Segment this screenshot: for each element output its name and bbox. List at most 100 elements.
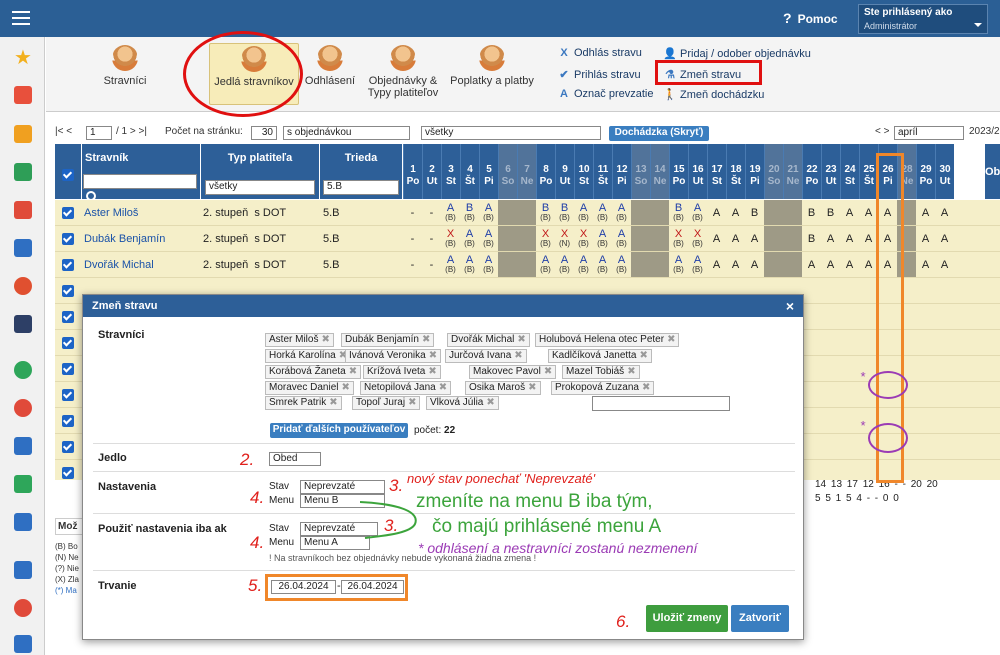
meal-cell[interactable]: B [821, 200, 840, 225]
remove-chip-icon[interactable]: ✖ [667, 334, 675, 345]
per-page-input[interactable]: 30 [251, 126, 277, 140]
prihlas-stravu-link[interactable]: ✔ Prihlás stravu [557, 68, 640, 81]
status-filter-select[interactable]: všetky [421, 126, 601, 140]
row-checkbox[interactable] [62, 467, 74, 479]
meal-cell[interactable]: X (N) [555, 226, 574, 251]
meal-cell[interactable]: - [422, 200, 441, 225]
close-icon[interactable]: × [786, 298, 794, 314]
row-checkbox[interactable] [62, 363, 74, 375]
remove-chip-icon[interactable]: ✖ [486, 397, 494, 408]
meal-cell[interactable]: A [935, 252, 954, 277]
row-checkbox[interactable] [62, 337, 74, 349]
meal-cell[interactable]: X (B) [441, 226, 460, 251]
meal-cell[interactable]: A (B) [441, 200, 460, 225]
remove-chip-icon[interactable]: ✖ [349, 366, 357, 377]
remove-chip-icon[interactable]: ✖ [642, 382, 650, 393]
meal-cell[interactable]: A [916, 226, 935, 251]
meal-cell[interactable]: X (B) [688, 226, 707, 251]
meal-cell[interactable] [517, 252, 536, 277]
row-name-link[interactable]: Dubák Benjamín [84, 233, 165, 245]
meal-cell[interactable] [650, 200, 669, 225]
odhlas-stravu-link[interactable]: X Odhlás stravu [557, 47, 642, 59]
meal-cell[interactable] [783, 200, 802, 225]
month-select[interactable]: apríl [894, 126, 964, 140]
save-button[interactable]: Uložiť zmeny [646, 605, 728, 632]
pager-of[interactable]: / 1 > >| [116, 126, 147, 140]
meal-cell[interactable]: A (B) [612, 200, 631, 225]
meal-cell[interactable]: X (B) [536, 226, 555, 251]
user-dropdown[interactable]: Ste prihlásený ako Administrátor [858, 4, 988, 34]
meal-cell[interactable]: A (B) [479, 252, 498, 277]
class-filter-input[interactable]: 5.B [323, 180, 399, 195]
remove-chip-icon[interactable]: ✖ [422, 334, 430, 345]
remove-chip-icon[interactable]: ✖ [408, 397, 416, 408]
row-checkbox[interactable] [62, 389, 74, 401]
meal-cell[interactable]: A (B) [536, 252, 555, 277]
meal-cell[interactable]: A (B) [593, 252, 612, 277]
meal-cell[interactable] [517, 226, 536, 251]
meal-cell[interactable]: A (B) [612, 226, 631, 251]
remove-chip-icon[interactable]: ✖ [528, 382, 536, 393]
meal-cell[interactable]: A [726, 252, 745, 277]
meal-cell[interactable]: B [802, 200, 821, 225]
meal-cell[interactable] [650, 226, 669, 251]
meal-cell[interactable]: B [745, 200, 764, 225]
home-icon[interactable] [14, 163, 32, 181]
odhlaseni-button[interactable]: Odhlásení [302, 45, 358, 87]
open-book-icon[interactable] [14, 561, 32, 579]
row-checkbox[interactable] [62, 285, 74, 297]
shield-icon[interactable] [14, 475, 32, 493]
jedlo-select[interactable]: Obed [269, 452, 321, 466]
star-icon[interactable]: ★ [14, 48, 32, 68]
paperclip-icon[interactable] [14, 635, 32, 653]
meal-cell[interactable] [498, 226, 517, 251]
meal-cell[interactable]: A [821, 226, 840, 251]
meal-cell[interactable]: - [422, 226, 441, 251]
remove-chip-icon[interactable]: ✖ [544, 366, 552, 377]
meal-cell[interactable]: B (B) [460, 200, 479, 225]
meal-cell[interactable] [783, 252, 802, 277]
attendance-toggle-button[interactable]: Dochádzka (Skryť) [609, 126, 709, 141]
date-to-input[interactable]: 26.04.2024 [341, 580, 404, 594]
meal-cell[interactable]: X (B) [669, 226, 688, 251]
meal-cell[interactable]: A [745, 252, 764, 277]
remove-chip-icon[interactable]: ✖ [329, 397, 337, 408]
mail-icon[interactable] [14, 125, 32, 143]
meal-cell[interactable]: A (B) [688, 252, 707, 277]
book-icon[interactable] [14, 239, 32, 257]
objednavky-button[interactable]: Objednávky & Typy platiteľov [364, 45, 442, 99]
row-checkbox[interactable] [62, 311, 74, 323]
meal-cell[interactable]: A [821, 252, 840, 277]
calendar-icon[interactable] [14, 315, 32, 333]
meal-cell[interactable]: A (B) [593, 200, 612, 225]
meal-cell[interactable]: A [935, 200, 954, 225]
close-button[interactable]: Zatvoriť [731, 605, 789, 632]
meal-cell[interactable]: A (B) [460, 252, 479, 277]
meal-cell[interactable]: A (B) [460, 226, 479, 251]
meal-cell[interactable]: A [707, 252, 726, 277]
meal-cell[interactable]: A (B) [479, 226, 498, 251]
row-checkbox[interactable] [62, 259, 74, 271]
row-name-link[interactable]: Dvořák Michal [84, 259, 154, 271]
meal-cell[interactable] [783, 226, 802, 251]
set-stav-select[interactable]: Neprevzaté [300, 480, 385, 494]
stravnici-button[interactable]: Stravníci [94, 45, 156, 87]
remove-chip-icon[interactable]: ✖ [341, 382, 349, 393]
calendar-grid-icon[interactable] [14, 201, 32, 219]
hamburger-menu-icon[interactable] [12, 11, 30, 25]
row-checkbox[interactable] [62, 233, 74, 245]
briefcase-icon[interactable] [14, 437, 32, 455]
select-all-checkbox[interactable] [62, 169, 74, 181]
meal-cell[interactable] [650, 252, 669, 277]
pridaj-objednavku-link[interactable]: 👤 Pridaj / odober objednávku [663, 47, 811, 60]
meal-cell[interactable]: B (B) [555, 200, 574, 225]
meal-cell[interactable]: A (B) [593, 226, 612, 251]
meal-cell[interactable] [517, 200, 536, 225]
name-filter-input[interactable] [83, 174, 197, 189]
remove-chip-icon[interactable]: ✖ [428, 366, 436, 377]
meal-cell[interactable]: A [726, 200, 745, 225]
order-filter-select[interactable]: s objednávkou [283, 126, 410, 140]
meal-cell[interactable]: A [745, 226, 764, 251]
meal-cell[interactable]: A [840, 252, 859, 277]
meal-cell[interactable]: B (B) [669, 200, 688, 225]
